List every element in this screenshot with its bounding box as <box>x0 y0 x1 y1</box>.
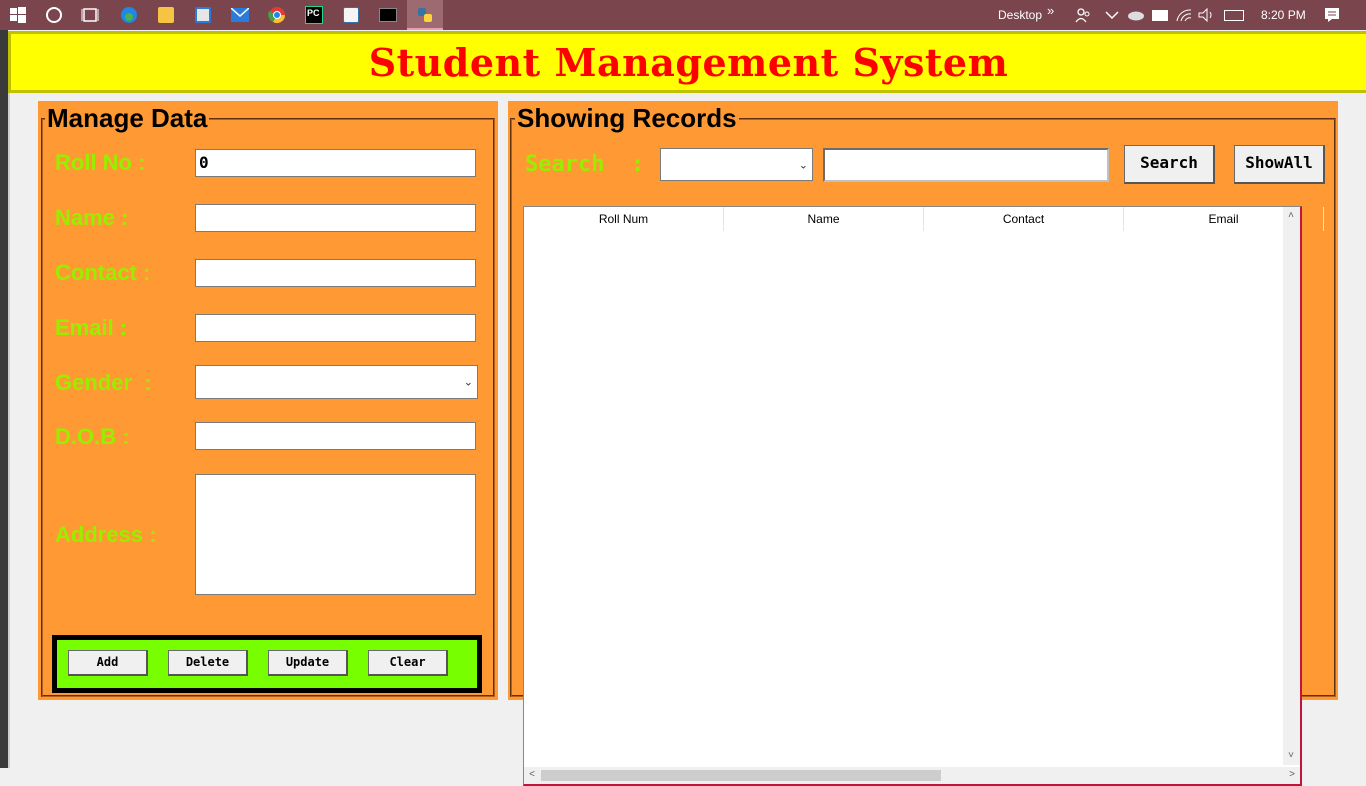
gender-label: Gender : <box>55 370 152 395</box>
gender-select[interactable]: ⌄ <box>195 365 478 399</box>
showall-button[interactable]: ShowAll <box>1234 145 1325 184</box>
page-title: Student Management System <box>368 40 1009 85</box>
dob-input[interactable] <box>195 422 476 450</box>
contact-label: Contact : <box>55 260 151 285</box>
header-bar: Student Management System <box>8 31 1366 93</box>
records-title: Showing Records <box>515 103 739 133</box>
battery-icon[interactable] <box>1148 3 1172 27</box>
address-label: Address : <box>55 522 157 547</box>
address-textarea[interactable] <box>195 474 476 595</box>
records-table[interactable]: Roll Num Name Contact Email ˄ ˅ ˂ ˃ <box>523 206 1324 786</box>
onedrive-icon[interactable] <box>1124 3 1148 27</box>
keyboard-icon[interactable] <box>1222 3 1246 27</box>
search-input[interactable] <box>823 148 1109 182</box>
delete-button[interactable]: Delete <box>168 650 248 676</box>
store-icon[interactable] <box>191 3 215 27</box>
name-label: Name : <box>55 205 129 230</box>
roll-no-input[interactable]: 0 <box>195 149 476 177</box>
desktop-toolbar-label[interactable]: Desktop <box>998 8 1042 22</box>
terminal-icon[interactable] <box>376 3 400 27</box>
column-header[interactable]: Name <box>724 207 924 231</box>
file-explorer-icon[interactable] <box>154 3 178 27</box>
records-panel: Showing Records Search : ⌄ Search ShowAl… <box>508 101 1338 786</box>
scroll-left-icon[interactable]: ˂ <box>524 768 540 782</box>
python-app-icon[interactable] <box>413 3 437 27</box>
scroll-up-icon[interactable]: ˄ <box>1283 209 1299 223</box>
python-editor-icon[interactable] <box>339 3 363 27</box>
taskbar: PC Desktop » 8:20 PM <box>0 0 1366 30</box>
window-edge-inner <box>8 93 10 768</box>
pycharm-icon[interactable]: PC <box>302 3 326 27</box>
add-button[interactable]: Add <box>68 650 148 676</box>
task-view-icon[interactable] <box>78 3 102 27</box>
vertical-scrollbar[interactable]: ˄ ˅ <box>1283 207 1300 765</box>
manage-data-title: Manage Data <box>45 103 210 133</box>
cortana-icon[interactable] <box>42 3 66 27</box>
button-bar: Add Delete Update Clear <box>52 635 482 693</box>
clock-time[interactable]: 8:20 PM <box>1261 8 1306 22</box>
clear-button[interactable]: Clear <box>368 650 448 676</box>
search-label: Search : <box>525 152 645 177</box>
notifications-icon[interactable] <box>1320 3 1344 27</box>
windows-start-icon[interactable] <box>6 3 30 27</box>
email-input[interactable] <box>195 314 476 342</box>
search-by-select[interactable]: ⌄ <box>660 148 813 181</box>
manage-data-panel: Manage Data Roll No : 0 Name : Contact :… <box>38 101 498 700</box>
volume-icon[interactable] <box>1195 3 1219 27</box>
roll-no-label: Roll No : <box>55 150 146 175</box>
contact-input[interactable] <box>195 259 476 287</box>
horizontal-scrollbar[interactable]: ˂ ˃ <box>524 767 1300 784</box>
scroll-right-icon[interactable]: ˃ <box>1284 768 1300 782</box>
people-icon[interactable] <box>1071 3 1095 27</box>
window-edge <box>0 30 8 768</box>
chevron-down-icon[interactable]: ⌄ <box>799 158 808 171</box>
scroll-down-icon[interactable]: ˅ <box>1283 749 1299 763</box>
horizontal-scroll-thumb[interactable] <box>541 770 941 781</box>
chrome-icon[interactable] <box>265 3 289 27</box>
wifi-icon[interactable] <box>1172 3 1196 27</box>
email-label: Email : <box>55 315 128 340</box>
chevron-up-icon[interactable] <box>1100 3 1124 27</box>
mail-icon[interactable] <box>228 3 252 27</box>
search-button[interactable]: Search <box>1124 145 1215 184</box>
update-button[interactable]: Update <box>268 650 348 676</box>
toolbar-chevron-icon[interactable]: » <box>1047 3 1054 18</box>
dob-label: D.O.B : <box>55 424 130 449</box>
column-header[interactable]: Roll Num <box>524 207 724 231</box>
column-header[interactable]: Contact <box>924 207 1124 231</box>
edge-icon[interactable] <box>117 3 141 27</box>
name-input[interactable] <box>195 204 476 232</box>
chevron-down-icon[interactable]: ⌄ <box>464 376 473 389</box>
